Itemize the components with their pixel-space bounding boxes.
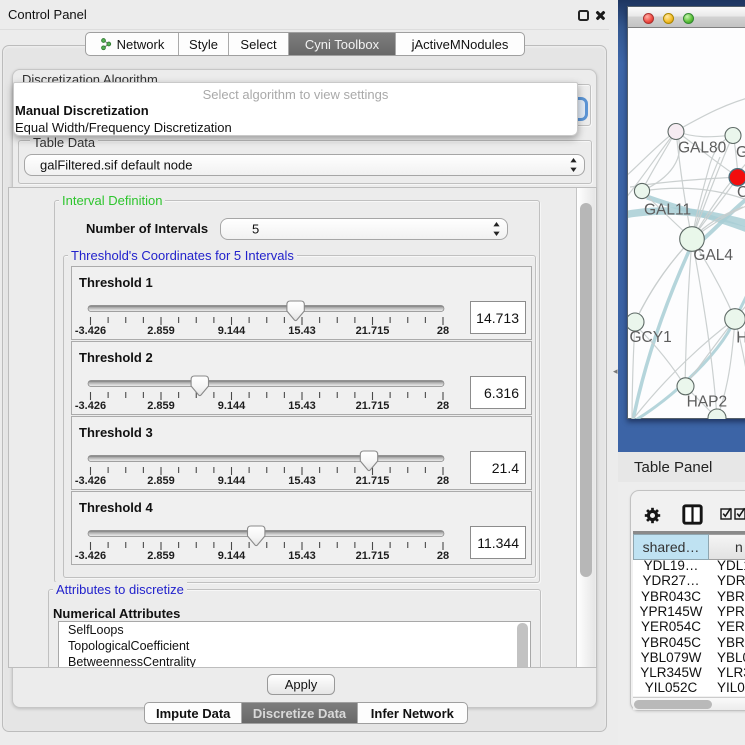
svg-text:CY: CY (737, 184, 745, 201)
svg-text:15.43: 15.43 (288, 325, 316, 337)
svg-text:9.144: 9.144 (218, 400, 246, 412)
svg-text:9.144: 9.144 (218, 550, 246, 562)
svg-text:GAL11: GAL11 (644, 202, 691, 219)
svg-text:28: 28 (437, 400, 449, 412)
svg-text:-3.426: -3.426 (75, 550, 106, 562)
svg-text:28: 28 (437, 475, 449, 487)
svg-text:9.144: 9.144 (218, 325, 246, 337)
svg-text:-3.426: -3.426 (75, 400, 106, 412)
svg-text:28: 28 (437, 325, 449, 337)
svg-text:2.859: 2.859 (147, 400, 175, 412)
svg-text:GAL80: GAL80 (678, 140, 727, 157)
svg-text:15.43: 15.43 (288, 475, 316, 487)
svg-text:21.715: 21.715 (356, 400, 390, 412)
svg-text:-3.426: -3.426 (75, 475, 106, 487)
svg-text:2.859: 2.859 (147, 475, 175, 487)
svg-text:-3.426: -3.426 (75, 325, 106, 337)
svg-text:2.859: 2.859 (147, 550, 175, 562)
svg-text:21.715: 21.715 (356, 475, 390, 487)
svg-text:GAL4: GAL4 (693, 247, 733, 264)
svg-text:GAL: GAL (736, 144, 745, 161)
svg-text:15.43: 15.43 (288, 550, 316, 562)
svg-text:28: 28 (437, 550, 449, 562)
svg-text:21.715: 21.715 (356, 550, 390, 562)
svg-text:H: H (736, 329, 745, 346)
svg-text:21.715: 21.715 (356, 325, 390, 337)
svg-text:9.144: 9.144 (218, 475, 246, 487)
svg-text:GCY1: GCY1 (630, 329, 672, 346)
svg-text:15.43: 15.43 (288, 400, 316, 412)
svg-text:2.859: 2.859 (147, 325, 175, 337)
svg-text:HAP2: HAP2 (687, 393, 728, 410)
